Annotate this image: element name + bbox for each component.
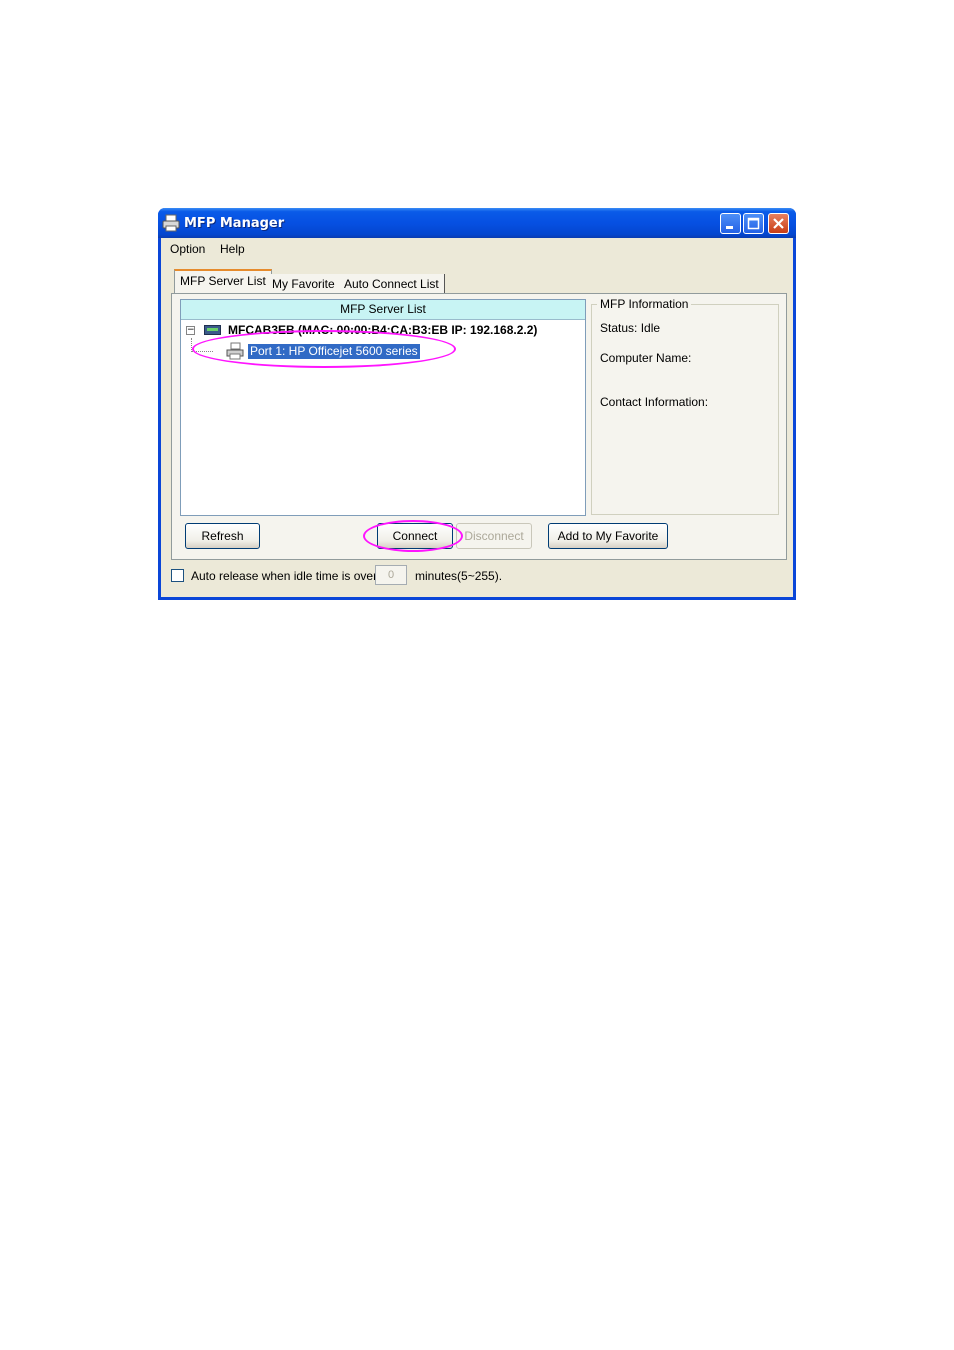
collapse-icon[interactable]: − (186, 326, 195, 335)
mfp-information-group: MFP Information Status: Idle Computer Na… (591, 297, 779, 515)
close-button[interactable] (768, 213, 789, 234)
server-list-header: MFP Server List (181, 300, 585, 320)
tab-panel: MFP Server List − MFCAB3EB (MAC: 00:00:B… (171, 293, 787, 560)
minimize-button[interactable] (720, 213, 741, 234)
disconnect-button[interactable]: Disconnect (456, 523, 532, 549)
auto-release-checkbox[interactable] (171, 569, 184, 582)
auto-release-label: Auto release when idle time is over (191, 569, 378, 583)
server-icon (204, 325, 221, 335)
mfp-manager-window: MFP Manager Option Help MFP Server List … (158, 208, 796, 600)
tree-connector (191, 338, 192, 352)
window-title: MFP Manager (184, 216, 285, 231)
contact-information-text: Contact Information: (600, 395, 709, 409)
minimize-icon (726, 226, 733, 229)
refresh-button[interactable]: Refresh (185, 523, 260, 549)
printer-icon (162, 214, 180, 232)
maximize-button[interactable] (743, 213, 764, 234)
printer-icon (226, 342, 244, 360)
computer-name-text: Computer Name: (600, 351, 692, 365)
server-list[interactable]: MFP Server List − MFCAB3EB (MAC: 00:00:B… (180, 299, 586, 516)
tab-mfp-server-list[interactable]: MFP Server List (174, 269, 272, 294)
add-to-favorite-button[interactable]: Add to My Favorite (548, 523, 668, 549)
idle-time-input[interactable]: 0 (375, 565, 407, 585)
status-text: Status: Idle (600, 321, 661, 335)
maximize-icon (747, 217, 760, 230)
menu-option[interactable]: Option (170, 242, 205, 256)
close-icon (773, 218, 784, 229)
tab-my-favorite[interactable]: My Favorite (267, 274, 341, 294)
tab-auto-connect-list[interactable]: Auto Connect List (339, 274, 445, 294)
menu-help[interactable]: Help (220, 242, 245, 256)
server-label: MFCAB3EB (MAC: 00:00:B4:CA:B3:EB IP: 192… (228, 323, 538, 337)
info-legend: MFP Information (597, 297, 692, 311)
title-bar[interactable]: MFP Manager (158, 208, 796, 238)
tree-connector (191, 351, 213, 352)
connect-button[interactable]: Connect (377, 523, 453, 549)
idle-time-suffix: minutes(5~255). (415, 569, 503, 583)
port-label: Port 1: HP Officejet 5600 series (248, 344, 420, 359)
